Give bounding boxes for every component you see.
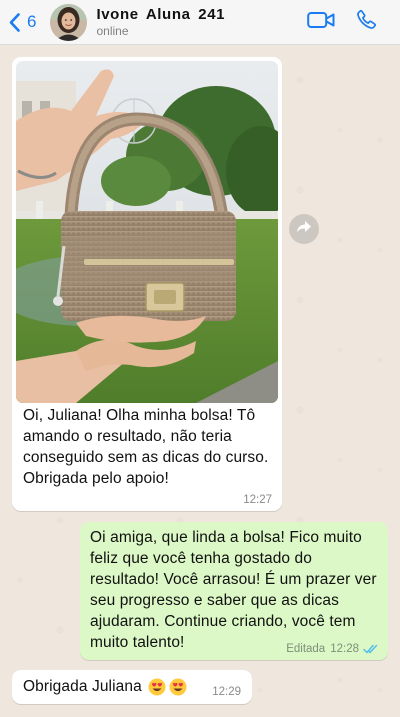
edited-label: Editada: [286, 643, 326, 655]
heart-eyes-emoji: [169, 678, 187, 696]
phone-call-icon: [356, 9, 377, 35]
contact-info[interactable]: Ivone Aluna 241 online: [96, 6, 306, 38]
forward-arrow-icon: [296, 220, 312, 239]
contact-status: online: [96, 24, 129, 38]
chat-header: 6 Ivone Aluna 241 online: [0, 0, 400, 45]
forward-button[interactable]: [289, 214, 319, 244]
message-time: 12:29: [212, 686, 241, 698]
video-call-icon: [307, 11, 335, 34]
read-ticks-icon: [363, 644, 379, 654]
contact-name: Ivone Aluna 241: [96, 6, 226, 23]
message-text: Oi amiga, que linda a bolsa! Fico muito …: [90, 529, 377, 651]
message-photo[interactable]: [16, 61, 278, 403]
incoming-image-message[interactable]: Oi, Juliana! Olha minha bolsa! Tô amando…: [12, 57, 282, 511]
message-time: 12:27: [243, 494, 272, 506]
incoming-message[interactable]: Obrigada Juliana 12:29: [12, 670, 252, 704]
back-chevron-icon: [9, 12, 20, 32]
phone-call-button[interactable]: [354, 0, 378, 44]
outgoing-message[interactable]: Oi amiga, que linda a bolsa! Fico muito …: [80, 522, 388, 660]
message-content: Obrigada Juliana: [23, 676, 187, 697]
message-text: Obrigada Juliana: [23, 678, 142, 695]
avatar[interactable]: [50, 3, 88, 41]
unread-count: 6: [27, 12, 37, 31]
message-time: 12:28: [330, 643, 359, 655]
back-button[interactable]: 6: [9, 0, 36, 44]
heart-eyes-emoji: [148, 678, 166, 696]
video-call-button[interactable]: [306, 0, 336, 44]
message-text: Oi, Juliana! Olha minha bolsa! Tô amando…: [23, 407, 269, 487]
message-meta: Editada 12:28: [286, 643, 379, 655]
